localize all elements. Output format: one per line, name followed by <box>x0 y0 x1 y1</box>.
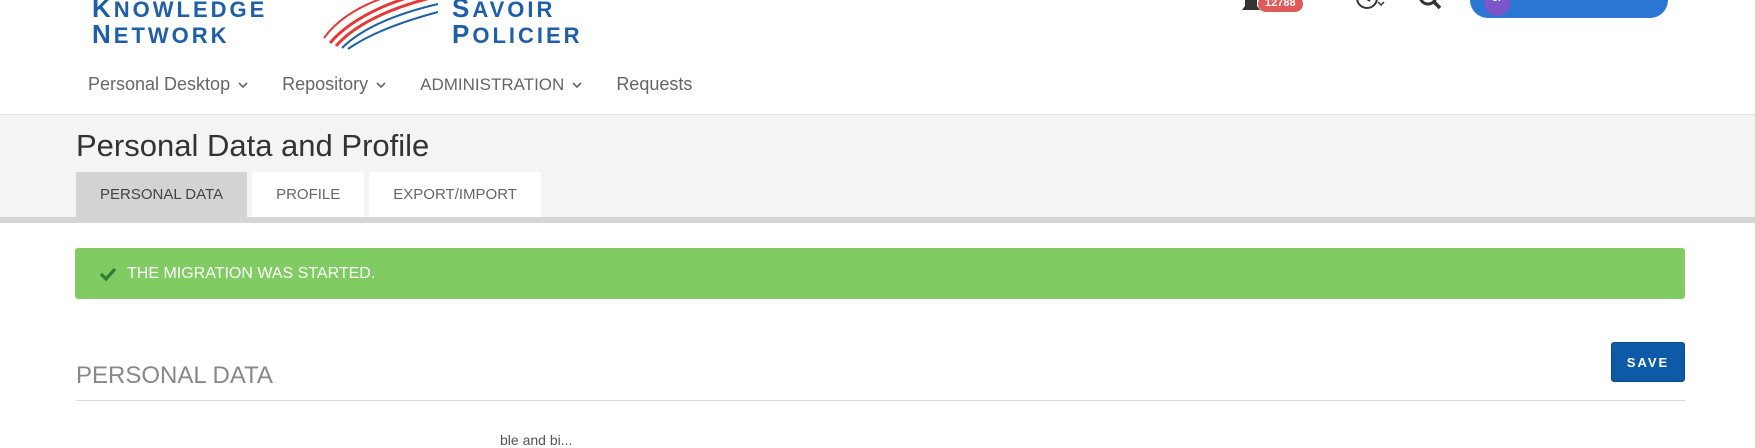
nav-item-personal-desktop[interactable]: Personal Desktop <box>88 74 248 95</box>
tab-profile[interactable]: PROFILE <box>252 172 365 217</box>
alert-message: THE MIGRATION WAS STARTED. <box>127 264 376 282</box>
nav-item-label: Requests <box>616 74 693 94</box>
logo-savoir-policier[interactable]: SAVOIR POLICIER <box>452 0 583 48</box>
main-nav: Personal Desktop Repository ADMINISTRATI… <box>88 74 726 95</box>
notification-count-badge[interactable]: 12788 <box>1258 0 1303 12</box>
section-title: PERSONAL DATA <box>76 362 273 389</box>
divider <box>0 217 1755 223</box>
nav-item-administration[interactable]: ADMINISTRATION <box>420 74 582 95</box>
check-icon <box>99 267 117 281</box>
search-icon[interactable] <box>1418 0 1444 12</box>
nav-item-label: Repository <box>282 74 369 94</box>
logo-text: P <box>452 19 473 49</box>
history-icon[interactable] <box>1356 0 1386 12</box>
avatar: cr <box>1484 0 1510 16</box>
nav-item-repository[interactable]: Repository <box>282 74 386 95</box>
chevron-down-icon <box>572 81 582 88</box>
tab-personal-data[interactable]: PERSONAL DATA <box>76 172 248 217</box>
divider <box>76 400 1685 401</box>
tab-bar: PERSONAL DATA PROFILE EXPORT/IMPORT <box>76 172 546 217</box>
save-button[interactable]: SAVE <box>1611 342 1685 382</box>
nav-item-requests[interactable]: Requests <box>616 74 692 95</box>
logo-text: AVOIR <box>472 0 556 22</box>
tab-export-import[interactable]: EXPORT/IMPORT <box>369 172 541 217</box>
logo-text: N <box>92 19 114 49</box>
logo-swoosh-icon <box>323 0 439 50</box>
logo-text: NOWLEDGE <box>113 0 268 22</box>
nav-item-label: ADMINISTRATION <box>420 74 565 94</box>
user-menu-button[interactable]: cr <box>1470 0 1668 18</box>
field-label: ble and bi... <box>500 432 573 448</box>
nav-item-label: Personal Desktop <box>88 74 231 94</box>
logo-knowledge-network[interactable]: KNOWLEDGE NETWORK <box>92 0 267 48</box>
page-title: Personal Data and Profile <box>76 128 430 163</box>
chevron-down-icon <box>238 81 248 88</box>
logo-text: ETWORK <box>113 23 230 48</box>
site-header: KNOWLEDGE NETWORK SAVOIR POLICIER 12788 … <box>0 0 1755 114</box>
success-alert: THE MIGRATION WAS STARTED. <box>75 248 1685 299</box>
chevron-down-icon <box>376 81 386 88</box>
logo-text: OLICIER <box>472 23 583 48</box>
